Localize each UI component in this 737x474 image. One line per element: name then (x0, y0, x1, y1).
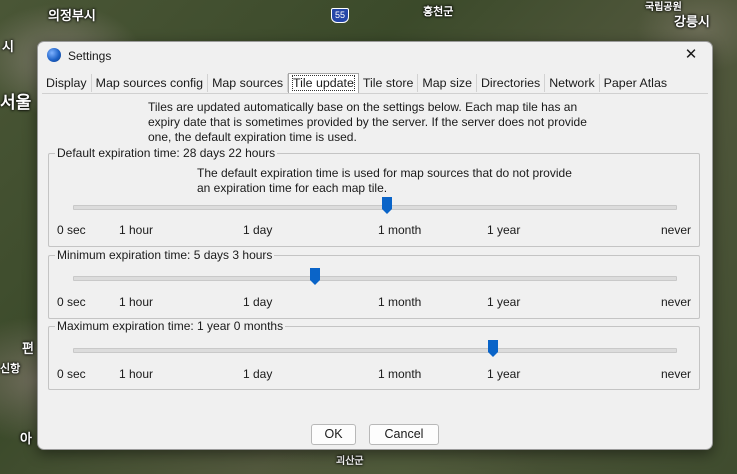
minimum-expiration-group: Minimum expiration time: 5 days 3 hours … (48, 248, 700, 319)
default-expiration-scale: 0 sec 1 hour 1 day 1 month 1 year never (49, 223, 699, 239)
tab-display[interactable]: Display (42, 74, 92, 92)
map-label: 신항 (0, 363, 21, 375)
tick-label: 1 day (243, 223, 273, 237)
tab-label: Map sources config (95, 76, 204, 90)
maximum-expiration-group: Maximum expiration time: 1 year 0 months… (48, 319, 700, 390)
tab-label: Map size (422, 76, 472, 90)
tick-label: never (661, 295, 692, 309)
tab-map-sources-config[interactable]: Map sources config (92, 74, 209, 92)
intro-text: Tiles are updated automatically base on … (148, 100, 587, 144)
title-bar[interactable]: Settings ✕ (38, 42, 712, 70)
map-label: 국립공원 (645, 2, 682, 13)
map-label: 괴산군 (336, 456, 364, 467)
map-label: 아 (20, 431, 32, 446)
tab-bar: Display Map sources config Map sources T… (42, 73, 671, 94)
maximum-expiration-slider-thumb[interactable] (487, 340, 498, 357)
tick-label: 0 sec (57, 367, 86, 381)
map-label: 편 (22, 341, 34, 356)
minimum-expiration-slider-thumb[interactable] (309, 268, 320, 285)
tick-label: 1 month (378, 367, 422, 381)
app-globe-icon (47, 48, 61, 62)
minimum-expiration-title: Minimum expiration time: 5 days 3 hours (55, 248, 275, 262)
tick-label: 0 sec (57, 223, 86, 237)
tick-label: never (661, 223, 692, 237)
tick-label: 1 year (487, 295, 521, 309)
map-label: 홍천군 (423, 6, 454, 18)
tab-label: Tile update (292, 75, 355, 91)
tick-label: 1 day (243, 367, 273, 381)
close-button[interactable]: ✕ (680, 45, 702, 65)
tick-label: 1 hour (119, 367, 154, 381)
default-expiration-slider-thumb[interactable] (382, 197, 393, 214)
cancel-button[interactable]: Cancel (369, 424, 439, 445)
tab-network[interactable]: Network (545, 74, 600, 92)
tab-tile-update[interactable]: Tile update (288, 73, 359, 94)
maximum-expiration-title: Maximum expiration time: 1 year 0 months (55, 319, 286, 333)
default-expiration-description: The default expiration time is used for … (197, 166, 572, 195)
tick-label: 1 day (243, 295, 273, 309)
tick-label: 1 hour (119, 223, 154, 237)
tick-label: 1 year (487, 223, 521, 237)
tab-label: Network (549, 76, 595, 90)
tab-label: Directories (480, 76, 541, 90)
tick-label: 1 month (378, 223, 422, 237)
tab-label: Paper Atlas (603, 76, 668, 90)
tab-map-size[interactable]: Map size (418, 74, 477, 92)
minimum-expiration-slider-track[interactable] (73, 276, 677, 281)
tab-label: Display (46, 76, 87, 90)
map-label: 시 (2, 39, 14, 54)
tab-label: Tile store (362, 76, 414, 90)
tab-label: Map sources (212, 76, 284, 90)
map-label: 의정부시 (48, 8, 96, 23)
tick-label: 1 year (487, 367, 521, 381)
ok-button[interactable]: OK (311, 424, 356, 445)
tick-label: never (661, 367, 692, 381)
road-shield-icon: 55 (331, 8, 349, 23)
default-expiration-title: Default expiration time: 28 days 22 hour… (55, 146, 278, 160)
tick-label: 1 month (378, 295, 422, 309)
default-expiration-slider-track[interactable] (73, 205, 677, 210)
default-expiration-group: Default expiration time: 28 days 22 hour… (48, 146, 700, 247)
tab-map-sources[interactable]: Map sources (208, 74, 289, 92)
maximum-expiration-slider-track[interactable] (73, 348, 677, 353)
tick-label: 1 hour (119, 295, 154, 309)
tab-tile-store[interactable]: Tile store (359, 74, 419, 92)
window-title: Settings (68, 49, 112, 63)
minimum-expiration-scale: 0 sec 1 hour 1 day 1 month 1 year never (49, 295, 699, 311)
map-label: 서울 (0, 93, 32, 112)
tick-label: 0 sec (57, 295, 86, 309)
tab-directories[interactable]: Directories (477, 74, 546, 92)
map-label: 강릉시 (674, 14, 710, 29)
tab-paper-atlas[interactable]: Paper Atlas (600, 74, 671, 92)
maximum-expiration-scale: 0 sec 1 hour 1 day 1 month 1 year never (49, 367, 699, 383)
settings-dialog: Settings ✕ Display Map sources config Ma… (37, 41, 713, 450)
